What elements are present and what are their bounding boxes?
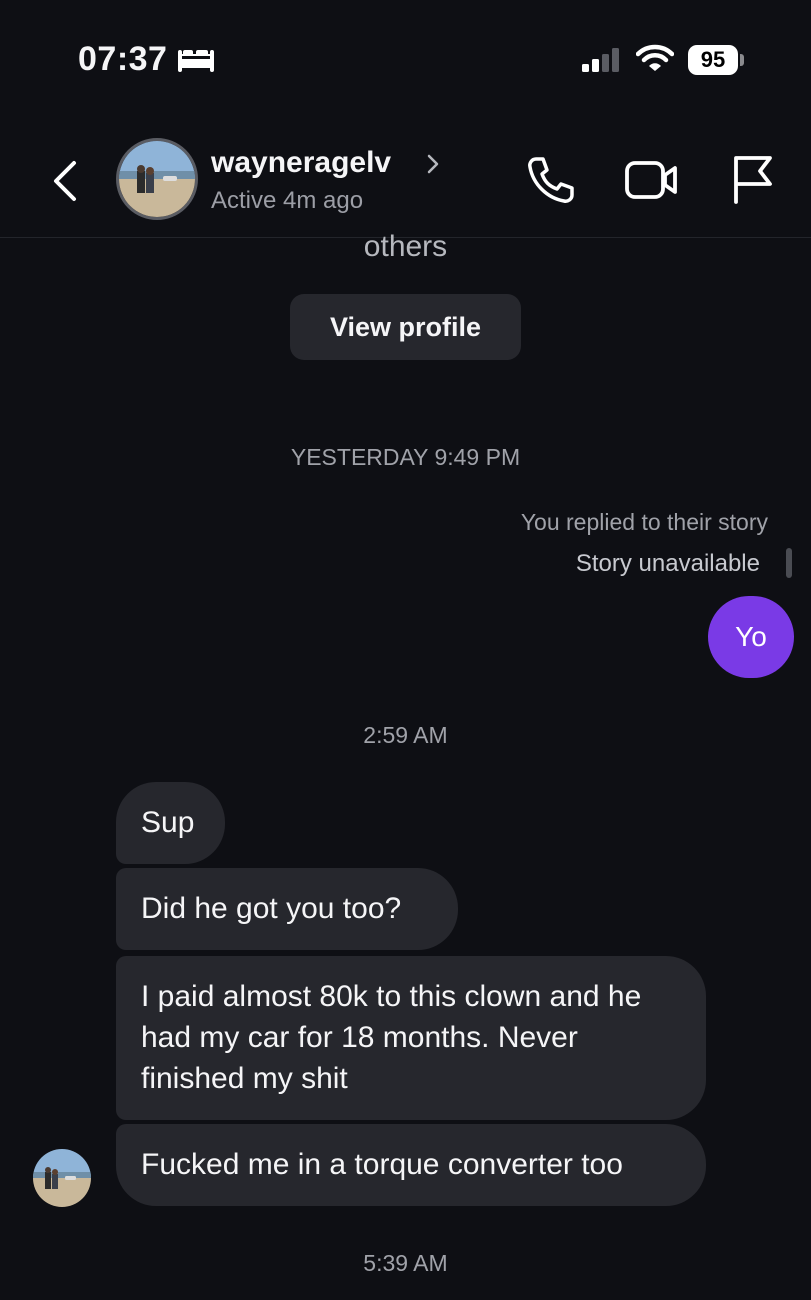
incoming-message-bubble[interactable]: Fucked me in a torque converter too (116, 1124, 706, 1206)
chevron-right-icon[interactable] (424, 150, 442, 178)
status-time: 07:37 (78, 40, 168, 78)
video-icon[interactable] (622, 155, 680, 205)
back-icon[interactable] (48, 155, 84, 207)
timestamp: 2:59 AM (363, 722, 448, 748)
cellular-signal-icon (582, 48, 619, 72)
outgoing-message-bubble[interactable]: Yo (708, 596, 794, 678)
profile-context-text: others (363, 230, 448, 263)
flag-icon[interactable] (728, 152, 776, 206)
avatar-photo (33, 1149, 91, 1207)
incoming-message-bubble[interactable]: I paid almost 80k to this clown and he h… (116, 956, 706, 1120)
avatar[interactable] (116, 138, 198, 220)
wifi-icon (636, 44, 674, 71)
story-unavailable-label: Story unavailable (575, 550, 760, 577)
incoming-message-bubble[interactable]: Sup (116, 782, 225, 864)
story-reply-label: You replied to their story (520, 509, 768, 535)
active-status: Active 4m ago (211, 187, 364, 214)
sender-avatar[interactable] (33, 1149, 91, 1207)
avatar-photo (119, 141, 195, 217)
view-profile-button[interactable]: View profile (290, 294, 521, 360)
username[interactable]: wayneragelv (211, 146, 391, 180)
battery-icon: 95 (688, 45, 738, 75)
battery-tip (740, 54, 744, 66)
timestamp: 5:39 AM (363, 1250, 448, 1276)
sleep-icon (178, 50, 214, 72)
phone-icon[interactable] (522, 152, 578, 208)
incoming-message-bubble[interactable]: Did he got you too? (116, 868, 458, 950)
story-reply-bar (786, 548, 792, 578)
timestamp: YESTERDAY 9:49 PM (290, 444, 521, 470)
